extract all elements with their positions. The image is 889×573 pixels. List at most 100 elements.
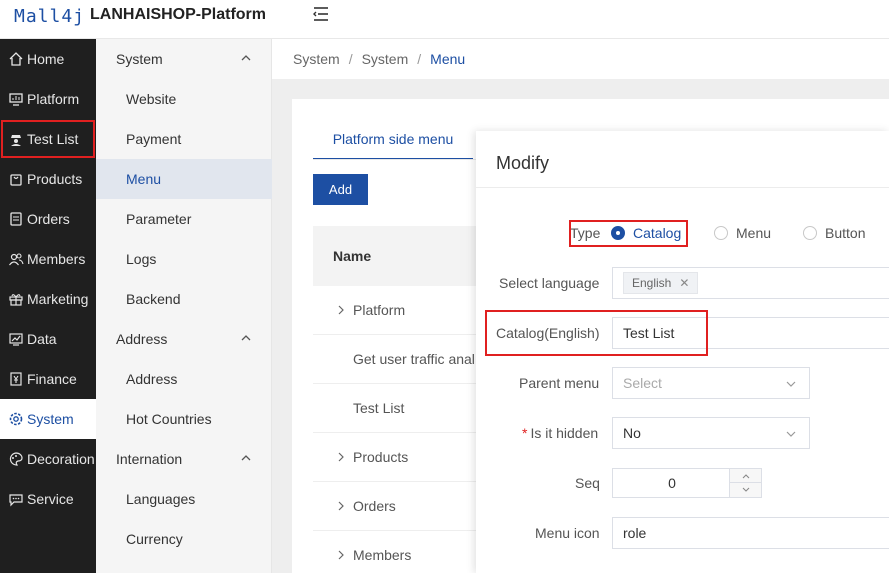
language-select[interactable]: English ✕ bbox=[612, 267, 889, 299]
stepper-buttons bbox=[729, 469, 762, 497]
radio-menu[interactable]: Menu bbox=[714, 225, 771, 241]
top-bar: Mall4j LANHAISHOP-Platform bbox=[0, 0, 889, 39]
seq-label: Seq bbox=[575, 475, 600, 491]
bag-icon bbox=[10, 174, 22, 186]
radio-label: Menu bbox=[736, 225, 772, 241]
hidden-select[interactable]: No bbox=[612, 417, 810, 449]
language-tag: English ✕ bbox=[623, 272, 699, 294]
modify-dialog bbox=[476, 131, 889, 573]
select-placeholder: Select bbox=[623, 375, 662, 391]
breadcrumb-item[interactable]: System bbox=[362, 51, 409, 67]
document-icon bbox=[10, 212, 22, 226]
seq-value[interactable]: 0 bbox=[613, 469, 731, 497]
decrement-button[interactable] bbox=[730, 483, 762, 497]
row-label: Orders bbox=[353, 498, 396, 514]
submenu-item-languages[interactable]: Languages bbox=[96, 479, 272, 519]
sidebar-item-label: Platform bbox=[27, 91, 80, 107]
sidebar-item-test-list[interactable]: Test List bbox=[0, 119, 96, 159]
hidden-label-text: Is it hidden bbox=[530, 425, 599, 441]
add-button[interactable]: Add bbox=[313, 174, 368, 205]
sub-menu: System Website Payment Menu Parameter Lo… bbox=[96, 39, 272, 573]
tag-label: English bbox=[632, 276, 672, 290]
submenu-group-label: Address bbox=[116, 331, 168, 347]
sidebar-item-home[interactable]: Home bbox=[0, 39, 96, 79]
sidebar-item-label: Members bbox=[27, 251, 86, 267]
submenu-item-hot-countries[interactable]: Hot Countries bbox=[96, 399, 272, 439]
parent-menu-label: Parent menu bbox=[519, 375, 600, 391]
sidebar-item-data[interactable]: Data bbox=[0, 319, 96, 359]
radio-button[interactable]: Button bbox=[803, 225, 865, 241]
sidebar-item-orders[interactable]: Orders bbox=[0, 199, 96, 239]
sidebar-item-label: Data bbox=[27, 331, 57, 347]
chevron-up-icon bbox=[241, 455, 251, 461]
chat-icon bbox=[9, 494, 23, 507]
select-value: No bbox=[623, 425, 641, 441]
submenu-item-backend[interactable]: Backend bbox=[96, 279, 272, 319]
logo: Mall4j bbox=[14, 6, 86, 27]
submenu-group-internation[interactable]: Internation bbox=[96, 439, 272, 479]
sidebar-item-label: Test List bbox=[27, 131, 79, 147]
finance-icon bbox=[10, 372, 22, 386]
sidebar-item-finance[interactable]: Finance bbox=[0, 359, 96, 399]
submenu-item-parameter[interactable]: Parameter bbox=[96, 199, 272, 239]
sidebar-item-label: Home bbox=[27, 51, 65, 67]
sidebar-item-members[interactable]: Members bbox=[0, 239, 96, 279]
home-icon bbox=[9, 52, 23, 66]
main-sidebar: Home Platform Test List Products Orders … bbox=[0, 39, 96, 573]
sidebar-item-label: Marketing bbox=[27, 291, 89, 307]
menu-icon-input[interactable]: role bbox=[612, 517, 889, 549]
breadcrumb: System / System / Menu bbox=[272, 39, 889, 79]
chevron-down-icon bbox=[742, 487, 750, 492]
seq-stepper[interactable]: 0 bbox=[612, 468, 762, 498]
chevron-right-icon[interactable] bbox=[335, 549, 347, 561]
dialog-title: Modify bbox=[496, 153, 550, 173]
submenu-item-currency[interactable]: Currency bbox=[96, 519, 272, 559]
chevron-up-icon bbox=[241, 55, 251, 61]
catalog-label: Catalog(English) bbox=[496, 325, 600, 341]
radio-label: Catalog bbox=[633, 225, 682, 241]
chevron-up-icon bbox=[742, 473, 750, 478]
breadcrumb-item[interactable]: System bbox=[293, 51, 340, 67]
chevron-right-icon[interactable] bbox=[335, 451, 347, 463]
submenu-item-payment[interactable]: Payment bbox=[96, 119, 272, 159]
chevron-down-icon bbox=[786, 431, 796, 437]
chart-icon bbox=[9, 333, 23, 346]
radio-dot bbox=[714, 226, 728, 240]
required-mark: * bbox=[522, 425, 528, 441]
language-label: Select language bbox=[499, 275, 600, 291]
sidebar-item-service[interactable]: Service bbox=[0, 479, 96, 519]
radio-dot bbox=[611, 226, 625, 240]
submenu-group-label: System bbox=[116, 51, 163, 67]
menu-collapse-icon[interactable] bbox=[312, 5, 330, 23]
close-icon[interactable]: ✕ bbox=[679, 276, 689, 290]
row-label: Get user traffic anal bbox=[353, 351, 475, 367]
tab-platform-side-menu[interactable]: Platform side menu bbox=[313, 120, 473, 160]
type-label: Type bbox=[570, 225, 601, 241]
submenu-item-menu[interactable]: Menu bbox=[96, 159, 272, 199]
parent-menu-select[interactable]: Select bbox=[612, 367, 810, 399]
breadcrumb-separator: / bbox=[417, 51, 422, 67]
sidebar-item-system[interactable]: System bbox=[0, 399, 96, 439]
radio-catalog[interactable]: Catalog bbox=[611, 225, 681, 241]
monitor-icon bbox=[9, 93, 23, 106]
sidebar-item-platform[interactable]: Platform bbox=[0, 79, 96, 119]
submenu-group-label: Internation bbox=[116, 451, 183, 467]
palette-icon bbox=[9, 452, 23, 466]
app-title: LANHAISHOP-Platform bbox=[90, 6, 267, 23]
chevron-right-icon[interactable] bbox=[335, 304, 347, 316]
breadcrumb-current: Menu bbox=[430, 51, 466, 67]
increment-button[interactable] bbox=[730, 469, 762, 483]
sidebar-item-decoration[interactable]: Decoration bbox=[0, 439, 96, 479]
sidebar-item-marketing[interactable]: Marketing bbox=[0, 279, 96, 319]
submenu-group-address[interactable]: Address bbox=[96, 319, 272, 359]
chevron-right-icon[interactable] bbox=[335, 500, 347, 512]
sidebar-item-products[interactable]: Products bbox=[0, 159, 96, 199]
submenu-item-website[interactable]: Website bbox=[96, 79, 272, 119]
submenu-group-system[interactable]: System bbox=[96, 39, 272, 79]
catalog-name-input[interactable]: Test List bbox=[612, 317, 889, 349]
row-label: Products bbox=[353, 449, 409, 465]
submenu-item-logs[interactable]: Logs bbox=[96, 239, 272, 279]
submenu-item-address[interactable]: Address bbox=[96, 359, 272, 399]
breadcrumb-separator: / bbox=[348, 51, 353, 67]
chevron-up-icon bbox=[241, 335, 251, 341]
